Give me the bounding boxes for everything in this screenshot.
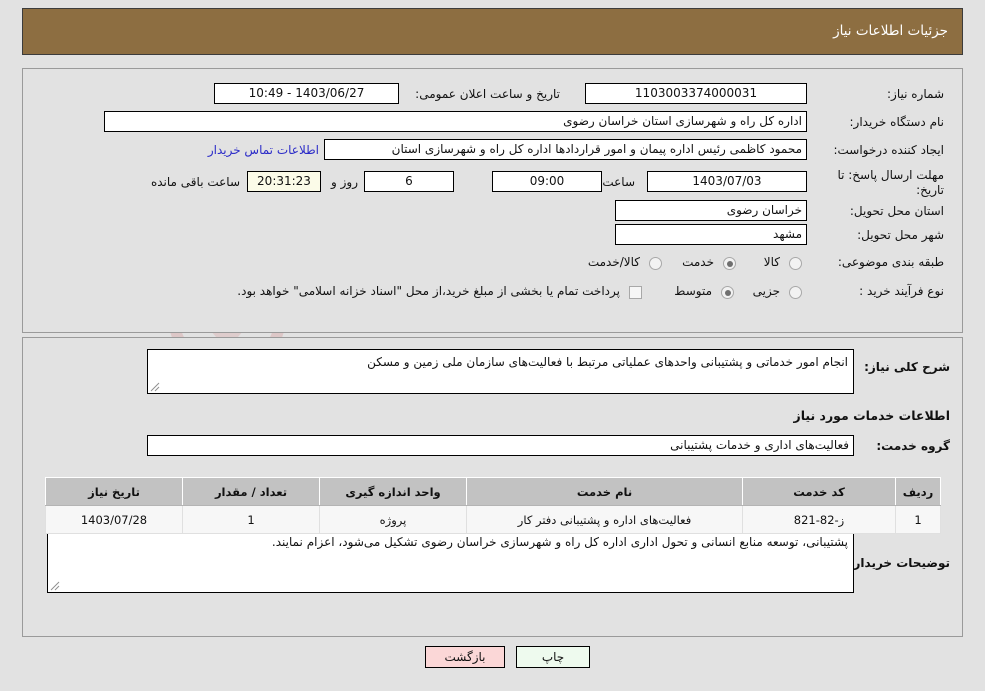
label-subject-category: طبقه بندی موضوعی: (837, 255, 944, 269)
textarea-general-description[interactable]: انجام امور خدماتی و پشتیبانی واحدهای عمل… (147, 349, 854, 394)
label-public-announce: تاریخ و ساعت اعلان عمومی: (415, 87, 560, 101)
buyer-notes-line-2: پشتیبانی، توسعه منابع انسانی و تحول ادار… (271, 535, 848, 549)
radio-category-service[interactable] (723, 257, 736, 270)
label-category-goods-service: کالا/خدمت (587, 255, 640, 269)
field-deadline-hour: 09:00 (492, 171, 602, 192)
label-delivery-province: استان محل تحویل: (849, 204, 944, 218)
field-deadline-date: 1403/07/03 (647, 171, 807, 192)
label-service-group: گروه خدمت: (876, 439, 950, 453)
label-process-medium: متوسط (674, 284, 712, 298)
table-header-row: ردیف کد خدمت نام خدمت واحد اندازه گیری ت… (45, 477, 941, 506)
cell-service-name: فعالیت‌های اداره و پشتیبانی دفتر کار (466, 505, 743, 534)
page-header: جزئیات اطلاعات نیاز (22, 8, 963, 55)
cell-quantity: 1 (182, 505, 320, 534)
label-request-creator: ایجاد کننده درخواست: (833, 143, 944, 157)
buyer-contact-link[interactable]: اطلاعات تماس خریدار (208, 143, 319, 157)
label-process-minor: جزیی (752, 284, 780, 298)
column-header-unit: واحد اندازه گیری (319, 477, 467, 506)
label-buyer-org: نام دستگاه خریدار: (849, 115, 945, 129)
checkbox-islamic-treasury-bonds[interactable] (629, 286, 642, 299)
table-row: 1 ز-82-821 فعالیت‌های اداره و پشتیبانی د… (45, 505, 941, 534)
label-need-number: شماره نیاز: (887, 87, 944, 101)
column-header-service-name: نام خدمت (466, 477, 743, 506)
label-buyer-notes: توضیحات خریدار: (848, 556, 950, 570)
page-title: جزئیات اطلاعات نیاز (833, 23, 948, 39)
label-deadline-hour: ساعت (602, 175, 635, 189)
label-purchase-process: نوع فرآیند خرید : (859, 284, 944, 298)
resize-grip-icon[interactable] (50, 581, 60, 591)
label-general-description: شرح کلی نیاز: (864, 360, 950, 374)
services-table: ردیف کد خدمت نام خدمت واحد اندازه گیری ت… (45, 477, 941, 534)
cell-row-no: 1 (895, 505, 941, 534)
back-button[interactable]: بازگشت (425, 646, 505, 668)
radio-process-minor[interactable] (789, 286, 802, 299)
general-description-text: انجام امور خدماتی و پشتیبانی واحدهای عمل… (367, 355, 848, 369)
label-time-remaining: ساعت باقی مانده (150, 175, 240, 189)
cell-unit: پروژه (319, 505, 467, 534)
column-header-need-date: تاریخ نیاز (45, 477, 183, 506)
field-service-group: فعالیت‌های اداری و خدمات پشتیبانی (147, 435, 854, 456)
label-islamic-treasury-bonds: پرداخت تمام یا بخشی از مبلغ خرید،از محل … (237, 284, 620, 298)
label-response-deadline: مهلت ارسال پاسخ: تا تاریخ: (837, 168, 944, 197)
field-delivery-city: مشهد (615, 224, 807, 245)
label-category-service: خدمت (682, 255, 714, 269)
label-category-goods: کالا (763, 255, 780, 269)
field-need-number: 1103003374000031 (585, 83, 807, 104)
label-delivery-city: شهر محل تحویل: (857, 228, 944, 242)
field-request-creator: محمود کاظمی رئیس اداره پیمان و امور قرار… (324, 139, 807, 160)
heading-required-services: اطلاعات خدمات مورد نیاز (793, 408, 951, 423)
field-time-left: 20:31:23 (247, 171, 321, 192)
radio-process-medium[interactable] (721, 286, 734, 299)
column-header-row-no: ردیف (895, 477, 941, 506)
resize-grip-icon[interactable] (150, 382, 160, 392)
column-header-quantity: تعداد / مقدار (182, 477, 320, 506)
radio-category-goods[interactable] (789, 257, 802, 270)
field-public-announce: 1403/06/27 - 10:49 (214, 83, 399, 104)
need-info-panel: شماره نیاز: 1103003374000031 تاریخ و ساع… (22, 68, 963, 333)
field-days-left: 6 (364, 171, 454, 192)
cell-service-code: ز-82-821 (742, 505, 896, 534)
cell-need-date: 1403/07/28 (45, 505, 183, 534)
field-buyer-org: اداره کل راه و شهرسازی استان خراسان رضوی (104, 111, 807, 132)
label-days-and: روز و (331, 175, 358, 189)
field-delivery-province: خراسان رضوی (615, 200, 807, 221)
radio-category-goods-service[interactable] (649, 257, 662, 270)
column-header-service-code: کد خدمت (742, 477, 896, 506)
print-button[interactable]: چاپ (516, 646, 590, 668)
